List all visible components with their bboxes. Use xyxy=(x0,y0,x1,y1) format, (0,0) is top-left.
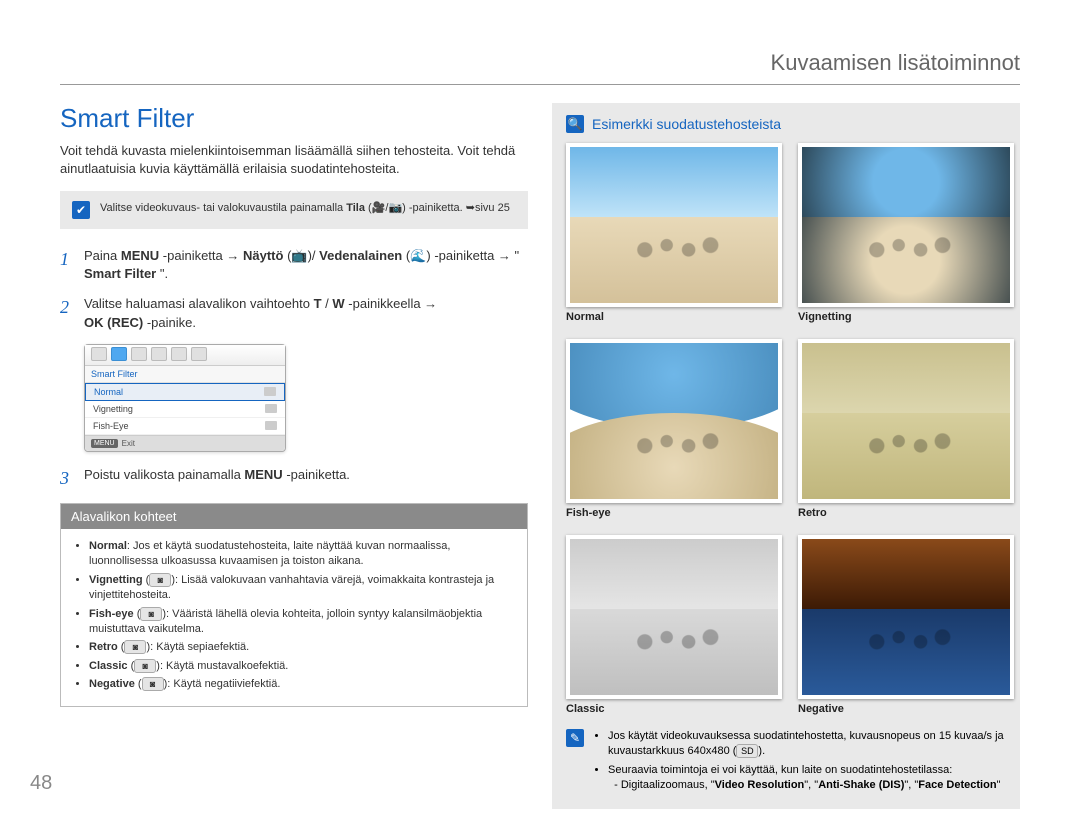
right-note: Jos käytät videokuvauksessa suodatinteho… xyxy=(608,729,1006,760)
ms-row-label: Fish-Eye xyxy=(93,421,129,431)
step-3: 3 Poistu valikosta painamalla MENU -pain… xyxy=(60,466,528,491)
filter-thumb: Retro xyxy=(798,339,1006,519)
step-number: 3 xyxy=(60,466,74,491)
ms-row: Vignetting xyxy=(85,401,285,418)
ms-title: Smart Filter xyxy=(85,366,285,383)
ms-row: Fish-Eye xyxy=(85,418,285,435)
submenu-item-name: Classic xyxy=(89,660,128,672)
submenu-box: Alavalikon kohteet Normal: Jos et käytä … xyxy=(60,503,528,707)
effect-icon: ◙ xyxy=(140,607,162,621)
submenu-item: Vignetting (◙): Lisää valokuvaan vanhaht… xyxy=(89,573,515,604)
magnifier-icon: 🔍 xyxy=(566,115,584,133)
check-icon: ✔ xyxy=(72,201,90,219)
effect-icon: ◙ xyxy=(124,640,146,654)
submenu-item-name: Retro xyxy=(89,641,118,653)
step-number: 2 xyxy=(60,295,74,331)
thumbnail-icon xyxy=(264,387,276,396)
ms-exit-bar: MENU Exit xyxy=(85,435,285,451)
submenu-item-name: Vignetting xyxy=(89,574,143,586)
filter-thumb: Classic xyxy=(566,535,774,715)
ms-tab-icon xyxy=(131,347,147,361)
info-icon: ✎ xyxy=(566,729,584,747)
filter-thumb: Vignetting xyxy=(798,143,1006,323)
submenu-item: Retro (◙): Käytä sepiaefektiä. xyxy=(89,640,515,655)
submenu-item-name: Negative xyxy=(89,678,135,690)
effect-icon: ◙ xyxy=(134,659,156,673)
mode-icons: (🎥/📷) xyxy=(368,202,409,214)
filter-thumb: Fish-eye xyxy=(566,339,774,519)
examples-title: Esimerkki suodatustehosteista xyxy=(592,116,781,132)
filter-thumb-image xyxy=(566,535,782,699)
thumbnail-icon xyxy=(265,421,277,430)
step-number: 1 xyxy=(60,247,74,283)
ms-row-label: Normal xyxy=(94,387,123,397)
filter-thumb-label: Normal xyxy=(566,311,774,323)
notes-block: ✎ Jos käytät videokuvauksessa suodatinte… xyxy=(566,729,1006,797)
submenu-header: Alavalikon kohteet xyxy=(61,504,527,529)
menu-button-icon: MENU xyxy=(91,439,118,448)
filter-thumb-label: Fish-eye xyxy=(566,507,774,519)
submenu-item-text: : Käytä sepiaefektiä. xyxy=(150,641,249,653)
step-2: 2 Valitse haluamasi alavalikon vaihtoeht… xyxy=(60,295,528,331)
ms-tab-icon xyxy=(111,347,127,361)
examples-panel: 🔍 Esimerkki suodatustehosteista Normal Vi… xyxy=(552,103,1020,809)
filter-thumb-label: Negative xyxy=(798,703,1006,715)
ms-tab-icon xyxy=(171,347,187,361)
ms-tab-icon xyxy=(191,347,207,361)
section-title: Smart Filter xyxy=(60,103,528,134)
submenu-item-name: Fish-eye xyxy=(89,608,134,620)
submenu-item: Normal: Jos et käytä suodatustehosteita,… xyxy=(89,539,515,570)
thumbnail-icon xyxy=(265,404,277,413)
sd-icon: SD xyxy=(736,744,758,758)
submenu-item: Fish-eye (◙): Vääristä lähellä olevia ko… xyxy=(89,607,515,638)
page-number: 48 xyxy=(30,772,52,795)
ms-tab-icon xyxy=(91,347,107,361)
filter-thumb-image xyxy=(798,535,1014,699)
note-text-2: -painiketta. ➥sivu 25 xyxy=(409,202,510,214)
right-note: Seuraavia toimintoja ei voi käyttää, kun… xyxy=(608,763,1006,794)
submenu-item: Classic (◙): Käytä mustavalkoefektiä. xyxy=(89,659,515,674)
effect-icon: ◙ xyxy=(142,677,164,691)
ms-tab-icon xyxy=(151,347,167,361)
filter-thumb-image xyxy=(566,143,782,307)
ms-row: Normal xyxy=(85,383,285,401)
submenu-item-text: : Käytä negatiiviefektiä. xyxy=(167,678,280,690)
filter-thumb-label: Retro xyxy=(798,507,1006,519)
filter-thumb-label: Classic xyxy=(566,703,774,715)
filter-thumb-image xyxy=(566,339,782,503)
filter-thumb: Negative xyxy=(798,535,1006,715)
submenu-item-text: : Käytä mustavalkoefektiä. xyxy=(160,660,288,672)
filter-thumb-image xyxy=(798,143,1014,307)
menu-screenshot: Smart Filter Normal Vignetting Fish-Eye xyxy=(84,344,286,452)
note-keyword: Tila xyxy=(346,202,365,214)
filter-thumb-label: Vignetting xyxy=(798,311,1006,323)
section-intro: Voit tehdä kuvasta mielenkiintoisemman l… xyxy=(60,142,528,177)
filter-thumb: Normal xyxy=(566,143,774,323)
note-text-1: Valitse videokuvaus- tai valokuvaustila … xyxy=(100,202,346,214)
ms-tabs xyxy=(85,345,285,366)
submenu-item-name: Normal xyxy=(89,540,127,552)
page-header-title: Kuvaamisen lisätoiminnot xyxy=(60,50,1020,85)
filter-thumb-image xyxy=(798,339,1014,503)
effect-icon: ◙ xyxy=(149,573,171,587)
submenu-item-text: : Jos et käytä suodatustehosteita, laite… xyxy=(89,540,450,567)
submenu-item: Negative (◙): Käytä negatiiviefektiä. xyxy=(89,677,515,692)
ms-exit-label: Exit xyxy=(122,439,135,448)
tip-note: ✔ Valitse videokuvaus- tai valokuvaustil… xyxy=(60,191,528,229)
ms-row-label: Vignetting xyxy=(93,404,133,414)
step-1: 1 Paina MENU -painiketta → Näyttö (📺)/ V… xyxy=(60,247,528,283)
